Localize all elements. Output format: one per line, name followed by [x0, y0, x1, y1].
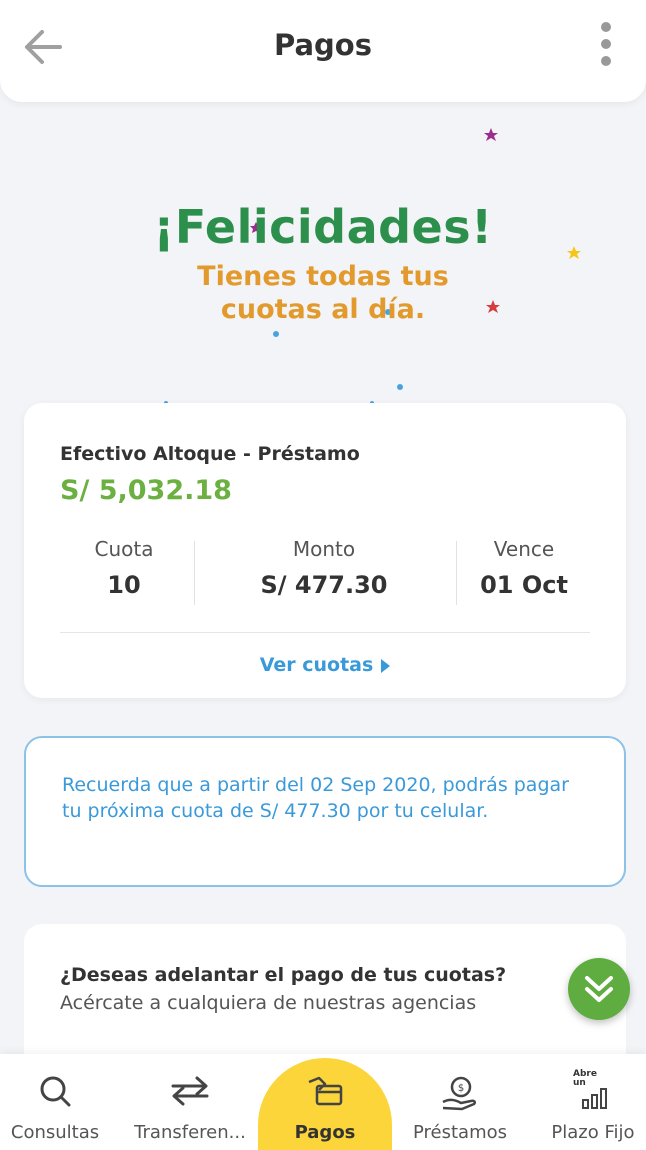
more-vertical-icon: [601, 22, 611, 32]
stat-value: S/ 477.30: [260, 571, 388, 599]
fixed-term-icon: Abre un: [573, 1070, 613, 1110]
nav-label: Préstamos: [412, 1122, 507, 1143]
more-options-button[interactable]: [594, 22, 618, 70]
loan-icon: $: [442, 1076, 477, 1111]
stat-label: Monto: [292, 537, 356, 561]
top-app-bar: Pagos: [0, 0, 646, 102]
stat-value: 10: [107, 571, 141, 599]
nav-label: Pagos: [294, 1122, 356, 1143]
nav-label: Plazo Fijo: [551, 1122, 635, 1143]
scroll-down-button[interactable]: [568, 958, 630, 1020]
advance-payment-card: ¿Deseas adelantar el pago de tus cuotas?…: [24, 924, 626, 1074]
play-arrow-icon: [381, 658, 391, 673]
nav-item-pagos[interactable]: Pagos: [258, 1054, 392, 1150]
loan-stats: Cuota 10 Monto S/ 477.30 Vence 01 Oct: [24, 537, 626, 607]
loan-name: Efectivo Altoque - Préstamo: [60, 443, 360, 465]
stat-value: 01 Oct: [480, 571, 568, 599]
stat-vence: Vence 01 Oct: [464, 537, 584, 599]
nav-item-prestamos[interactable]: $ Préstamos: [400, 1054, 520, 1150]
card-divider: [60, 632, 590, 633]
payment-icon: [308, 1076, 343, 1106]
stat-divider: [456, 541, 457, 605]
advance-subtitle: Acércate a cualquiera de nuestras agenci…: [60, 992, 477, 1014]
uptodate-line-2: cuotas al día.: [220, 294, 426, 325]
nav-item-plazo-fijo[interactable]: Abre un Plazo Fijo: [540, 1054, 646, 1150]
search-icon: [40, 1076, 71, 1107]
loan-amount: S/ 5,032.18: [60, 475, 232, 506]
congrats-title: ¡Felicidades!: [153, 200, 493, 254]
celebration-banner: ¡Felicidades! Tienes todas tus cuotas al…: [0, 200, 646, 326]
stat-label: Vence: [493, 537, 555, 561]
nav-label: Transferen...: [134, 1122, 246, 1143]
payment-info-text: Recuerda que a partir del 02 Sep 2020, p…: [62, 774, 569, 822]
stat-divider: [194, 541, 195, 605]
double-chevron-down-icon: [585, 976, 613, 1002]
svg-text:$: $: [458, 1083, 464, 1094]
nav-label: Consultas: [10, 1122, 100, 1143]
advance-question: ¿Deseas adelantar el pago de tus cuotas?: [60, 964, 507, 986]
stat-label: Cuota: [94, 537, 154, 561]
payment-info-card: Recuerda que a partir del 02 Sep 2020, p…: [24, 736, 626, 887]
loan-card: Efectivo Altoque - Préstamo S/ 5,032.18 …: [24, 403, 626, 698]
ver-cuotas-link[interactable]: Ver cuotas: [24, 654, 626, 676]
page-title: Pagos: [274, 28, 372, 62]
nav-item-consultas[interactable]: Consultas: [0, 1054, 110, 1150]
transfer-icon: [171, 1076, 209, 1106]
uptodate-line-1: Tienes todas tus: [197, 261, 449, 292]
stat-cuota: Cuota 10: [64, 537, 184, 599]
stat-monto: Monto S/ 477.30: [234, 537, 414, 599]
ver-cuotas-label: Ver cuotas: [259, 654, 374, 676]
nav-item-transferencias[interactable]: Transferen...: [124, 1054, 256, 1150]
